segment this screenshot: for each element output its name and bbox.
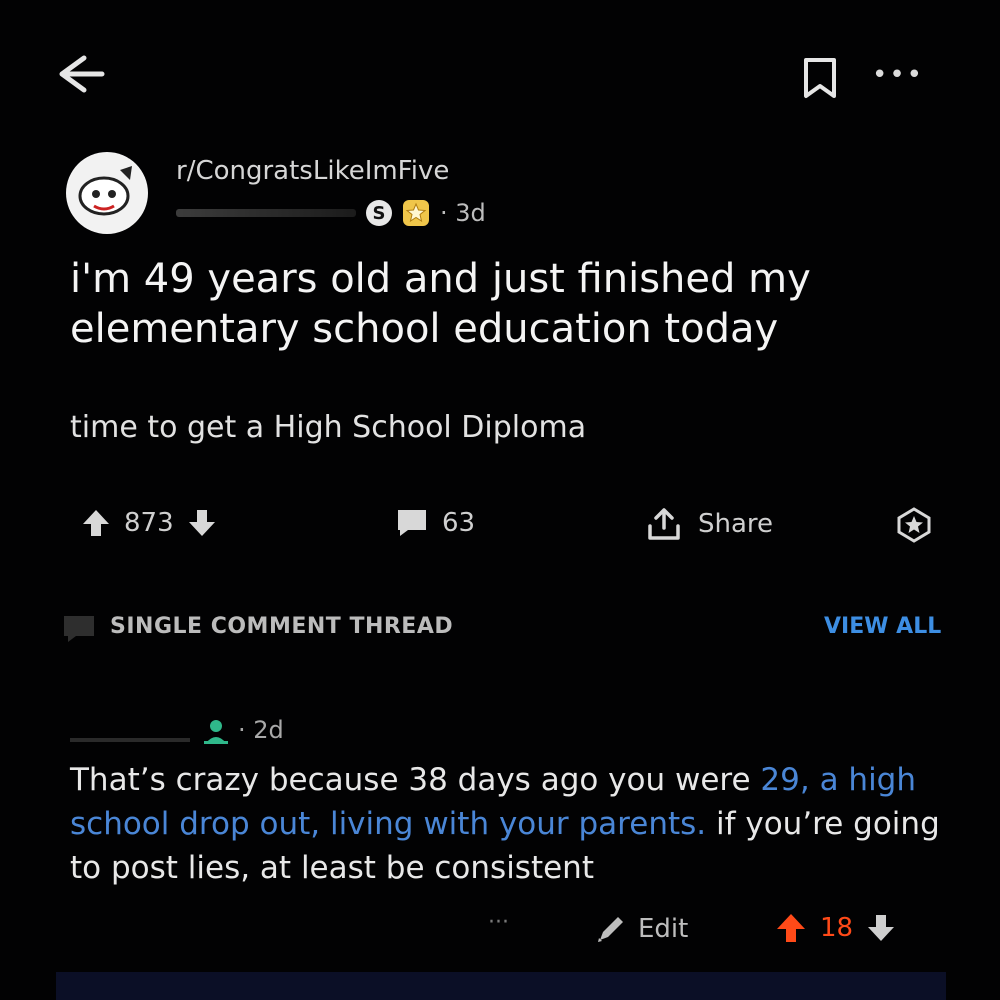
vote-group: 873 (82, 508, 216, 538)
author-name-redacted[interactable] (176, 209, 356, 217)
subreddit-name[interactable]: r/CongratsLikeImFive (176, 156, 449, 186)
comments-button[interactable]: 63 (396, 508, 475, 538)
comment-count: 63 (442, 508, 476, 538)
upvote-icon[interactable] (82, 508, 110, 538)
downvote-icon[interactable] (188, 508, 216, 538)
gold-star-badge-icon (403, 200, 429, 226)
view-all-link[interactable]: VIEW ALL (824, 614, 941, 639)
post-score: 873 (124, 508, 174, 538)
edit-label: Edit (638, 914, 689, 944)
comment-author-avatar-icon[interactable] (202, 717, 230, 745)
edit-button[interactable]: Edit (594, 912, 688, 946)
post-action-bar: 873 63 Share (0, 500, 1000, 550)
more-options-icon[interactable]: ••• (872, 60, 932, 90)
share-label: Share (698, 509, 774, 539)
comment-vote-group: 18 (776, 912, 895, 944)
comment-thread-icon (64, 616, 94, 642)
comment-downvote-icon[interactable] (867, 913, 895, 943)
pencil-icon (598, 917, 623, 942)
award-button[interactable] (894, 506, 934, 544)
subreddit-avatar[interactable] (66, 152, 148, 234)
back-arrow-icon[interactable] (52, 50, 108, 98)
comment-time: · 2d (238, 716, 284, 744)
post-body: time to get a High School Diploma (70, 410, 587, 445)
post-title[interactable]: i'm 49 years old and just finished my el… (70, 254, 950, 354)
comment-author-redacted[interactable] (70, 738, 190, 742)
award-icon (897, 507, 931, 543)
s-badge-icon: S (366, 200, 392, 226)
bottom-reply-bar[interactable] (56, 972, 946, 1000)
share-button[interactable]: Share (644, 506, 773, 542)
share-icon (648, 508, 680, 540)
post-time: · 3d (440, 199, 486, 227)
comment-text: That’s crazy because 38 days ago you wer… (70, 762, 940, 886)
post-meta: S · 3d (176, 196, 486, 230)
comment-more-icon[interactable]: ··· (488, 910, 528, 946)
single-comment-thread-label: SINGLE COMMENT THREAD (110, 614, 454, 639)
bookmark-icon[interactable] (800, 56, 840, 100)
comment-upvote-icon[interactable] (776, 912, 806, 944)
comment-icon (398, 510, 426, 536)
comment-score: 18 (820, 913, 854, 943)
